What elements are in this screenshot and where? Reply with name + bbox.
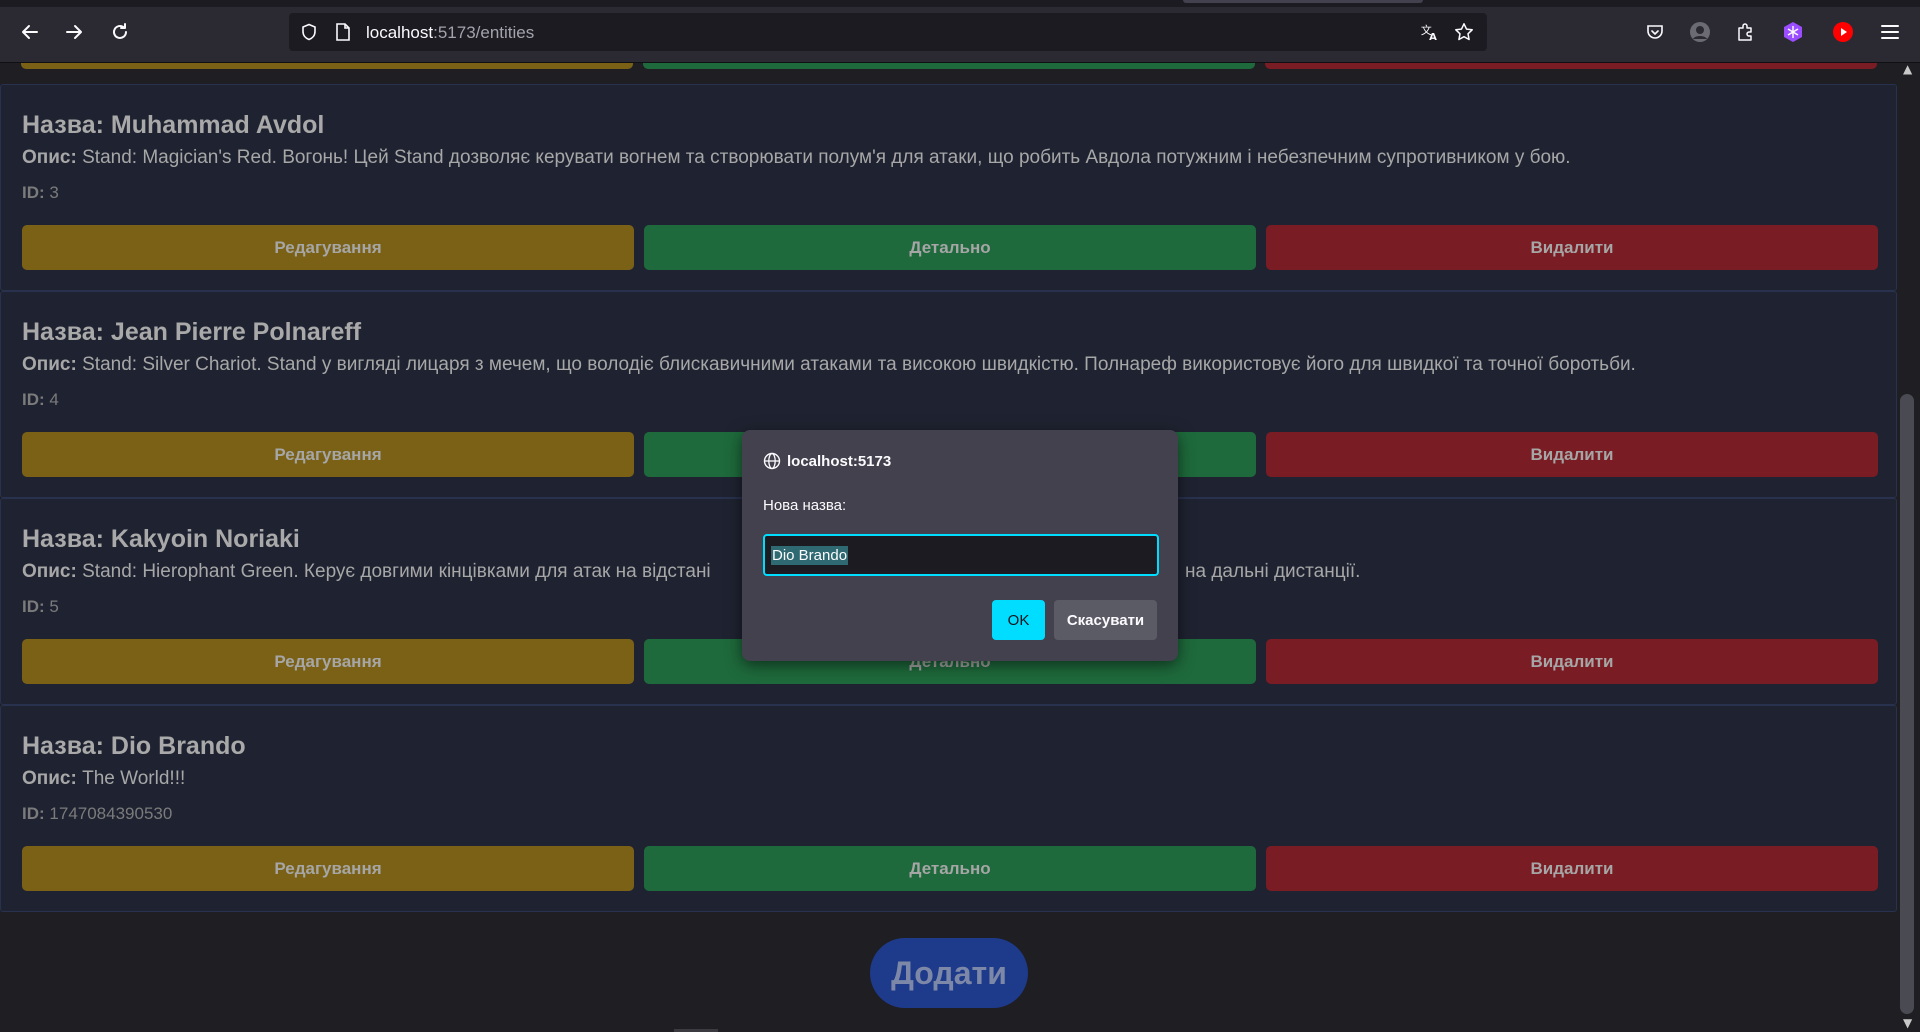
tab-strip (0, 0, 1920, 7)
entity-description: Опис: Stand: Hierophant Green. Керує дов… (22, 561, 711, 583)
edit-button[interactable]: Редагування (22, 846, 634, 891)
name-label: Назва: (22, 111, 104, 139)
cancel-button[interactable]: Скасувати (1054, 600, 1157, 640)
edit-button[interactable]: Редагування (22, 639, 634, 684)
entity-id: ID: 5 (22, 597, 59, 617)
details-button[interactable]: Детально (644, 225, 1256, 270)
name-value: Jean Pierre Polnareff (110, 318, 362, 346)
edit-button[interactable]: Редагування (22, 225, 634, 270)
globe-icon (763, 452, 781, 470)
shield-icon[interactable] (299, 22, 319, 42)
entity-name: Назва: Dio Brando (22, 732, 246, 761)
reload-icon (113, 23, 127, 39)
url-text[interactable]: localhost:5173/entities (366, 23, 534, 43)
entity-name: Назва: Muhammad Avdol (22, 111, 324, 140)
svg-text:A: A (1429, 32, 1437, 43)
extensions-icon[interactable] (1730, 17, 1760, 47)
description-label: Опис: (22, 354, 77, 375)
description-label: Опис: (22, 768, 77, 789)
hamburger-menu-icon[interactable] (1875, 17, 1905, 47)
forward-button[interactable] (59, 17, 89, 47)
id-label: ID: (22, 597, 45, 616)
arrow-left-icon (22, 25, 38, 39)
entity-description: Опис: Stand: Magician's Red. Вогонь! Цей… (22, 147, 1571, 169)
description-value: Stand: Hierophant Green. Керує довгими к… (82, 561, 711, 582)
description-value: Stand: Magician's Red. Вогонь! Цей Stand… (82, 147, 1571, 168)
id-value: 5 (49, 597, 59, 616)
reload-button[interactable] (105, 17, 135, 47)
active-tab-edge[interactable] (1183, 0, 1423, 3)
prompt-dialog: localhost:5173 Нова назва: Dio Brando OK… (742, 430, 1178, 661)
scroll-up-arrow-icon[interactable]: ▲ (1903, 63, 1913, 75)
description-value: Stand: Silver Chariot. Stand у вигляді л… (82, 354, 1636, 375)
youtube-extension-icon[interactable] (1828, 17, 1858, 47)
url-path: :5173/entities (433, 23, 535, 42)
id-value: 3 (49, 183, 59, 202)
entity-card: Назва: Dio Brando Опис: The World!!! ID:… (0, 705, 1897, 912)
selected-input-text: Dio Brando (771, 545, 849, 565)
scrollbar-thumb[interactable] (1900, 394, 1914, 1014)
browser-toolbar: localhost:5173/entities 文A (0, 0, 1920, 63)
back-button[interactable] (15, 17, 45, 47)
name-label: Назва: (22, 318, 104, 346)
ok-button[interactable]: OK (992, 600, 1045, 640)
name-value: Muhammad Avdol (110, 111, 325, 139)
profile-avatar-icon[interactable] (1685, 17, 1715, 47)
id-value: 4 (49, 390, 59, 409)
entity-description: Опис: The World!!! (22, 768, 185, 790)
id-label: ID: (22, 183, 45, 202)
entity-id: ID: 4 (22, 390, 59, 410)
name-value: Kakyoin Noriaki (110, 525, 300, 553)
description-label: Опис: (22, 147, 77, 168)
entity-card: Назва: Muhammad Avdol Опис: Stand: Magic… (0, 84, 1897, 291)
prev-delete-button-edge[interactable] (1265, 63, 1877, 69)
bookmark-star-icon[interactable] (1454, 22, 1474, 42)
add-entity-button[interactable]: Додати (870, 938, 1028, 1008)
id-label: ID: (22, 804, 45, 823)
extension-purple-icon[interactable] (1778, 17, 1808, 47)
name-value: Dio Brando (110, 732, 246, 760)
entity-name: Назва: Kakyoin Noriaki (22, 525, 300, 554)
new-name-input[interactable]: Dio Brando (763, 534, 1159, 576)
entity-id: ID: 1747084390530 (22, 804, 172, 824)
description-value: The World!!! (82, 768, 186, 789)
delete-button[interactable]: Видалити (1266, 432, 1878, 477)
delete-button[interactable]: Видалити (1266, 225, 1878, 270)
description-label: Опис: (22, 561, 77, 582)
scroll-down-arrow-icon[interactable]: ▼ (1903, 1017, 1913, 1029)
entity-description-continued: на дальні дистанції. (1185, 561, 1361, 582)
prev-edit-button-edge[interactable] (21, 63, 633, 69)
details-button[interactable]: Детально (644, 846, 1256, 891)
translate-icon[interactable]: 文A (1420, 22, 1440, 43)
prev-details-button-edge[interactable] (643, 63, 1255, 69)
dialog-origin: localhost:5173 (763, 452, 891, 470)
entity-description: Опис: Stand: Silver Chariot. Stand у виг… (22, 354, 1636, 376)
dialog-message: Нова назва: (763, 497, 847, 514)
url-host: localhost (366, 23, 434, 42)
delete-button[interactable]: Видалити (1266, 846, 1878, 891)
delete-button[interactable]: Видалити (1266, 639, 1878, 684)
entity-id: ID: 3 (22, 183, 59, 203)
pocket-icon[interactable] (1640, 17, 1670, 47)
id-label: ID: (22, 390, 45, 409)
edit-button[interactable]: Редагування (22, 432, 634, 477)
dialog-origin-text: localhost:5173 (787, 452, 892, 470)
address-bar[interactable]: localhost:5173/entities 文A (289, 13, 1487, 51)
name-label: Назва: (22, 732, 104, 760)
arrow-right-icon (66, 25, 82, 39)
name-label: Назва: (22, 525, 104, 553)
page-icon[interactable] (333, 22, 353, 42)
entity-name: Назва: Jean Pierre Polnareff (22, 318, 361, 347)
id-value: 1747084390530 (49, 804, 173, 823)
